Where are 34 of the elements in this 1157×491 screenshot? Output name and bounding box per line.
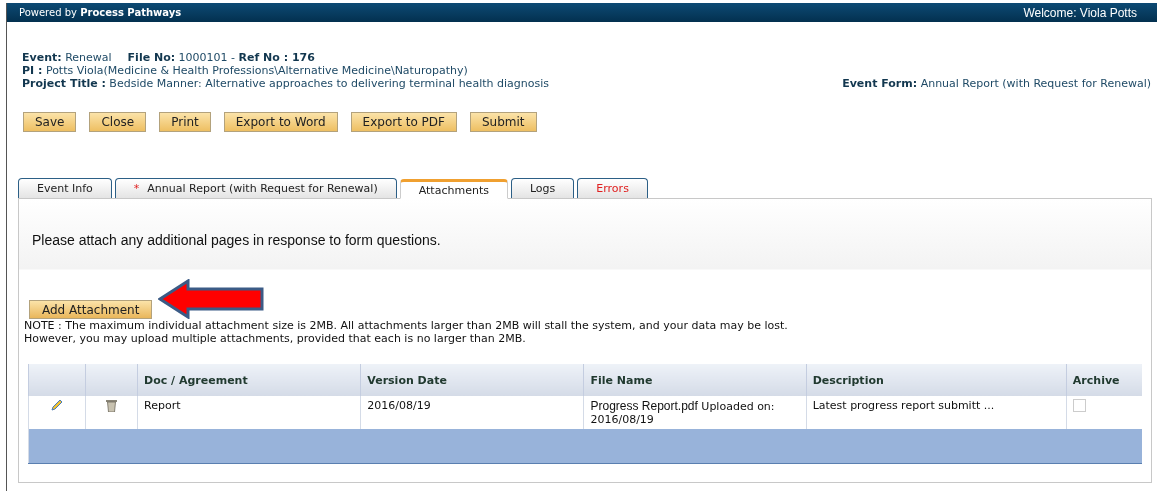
toolbar-button[interactable]: Export to PDF bbox=[350, 112, 457, 132]
tab[interactable]: Attachments bbox=[399, 179, 508, 199]
project-title-text: Project Title : Bedside Manner: Alternative approaches to delivering terminal health diagnosis bbox=[22, 77, 549, 90]
note-text: However, you may upload multiple attachments, provided that each is no larger than 2MB. bbox=[23, 332, 527, 345]
tab[interactable]: * Annual Report (with Request for Renewal) bbox=[114, 178, 397, 198]
powered-by-text: Powered by Process Pathways bbox=[19, 7, 182, 18]
pi-text: PI : Potts Viola(Medicine & Health Professions\Alternative Medicine\Naturopathy) bbox=[22, 64, 469, 77]
toolbar-button[interactable]: Print bbox=[159, 112, 211, 132]
column-header: Archive bbox=[1066, 364, 1142, 396]
tab[interactable]: Errors bbox=[577, 178, 648, 198]
column-header: Description bbox=[806, 364, 1067, 396]
note-text: NOTE : The maximum individual attachment size is 2MB. All attachments larger than 2MB will stall the system, and your data may be lost. bbox=[23, 319, 789, 332]
column-header: Version Date bbox=[360, 364, 584, 396]
file-name-text: Progress Report.pdf Uploaded on: 2016/08/19 bbox=[590, 399, 776, 426]
toolbar-button[interactable]: Submit bbox=[469, 112, 537, 132]
edit-pencil-icon[interactable] bbox=[51, 399, 63, 411]
instruction-text: Please attach any additional pages in response to form questions. bbox=[31, 231, 442, 248]
tab[interactable]: Logs bbox=[510, 178, 575, 198]
column-header: File Name bbox=[583, 364, 807, 396]
welcome-text: Welcome: Viola Potts bbox=[1023, 5, 1137, 20]
version-date-text: 2016/08/19 bbox=[367, 399, 431, 412]
toolbar-button[interactable]: Close bbox=[89, 112, 147, 132]
event-info-text: Event: Renewal bbox=[22, 51, 112, 64]
description-text: Latest progress report submitt ... bbox=[812, 399, 995, 412]
toolbar-button[interactable]: Save bbox=[23, 112, 77, 132]
doc-name-text: Report bbox=[144, 399, 181, 412]
trash-icon[interactable] bbox=[106, 399, 118, 412]
column-header: Doc / Agreement bbox=[137, 364, 361, 396]
toolbar-button[interactable]: Export to Word bbox=[223, 112, 338, 132]
event-form-text: Event Form: Annual Report (with Request for Renewal) bbox=[842, 77, 1151, 90]
event-info-text: File No: 1000101 - Ref No : 176 bbox=[127, 51, 315, 64]
add-attachment-button[interactable]: Add Attachment bbox=[29, 300, 153, 319]
archive-checkbox[interactable] bbox=[1072, 399, 1086, 412]
tab[interactable]: Event Info bbox=[18, 178, 112, 198]
